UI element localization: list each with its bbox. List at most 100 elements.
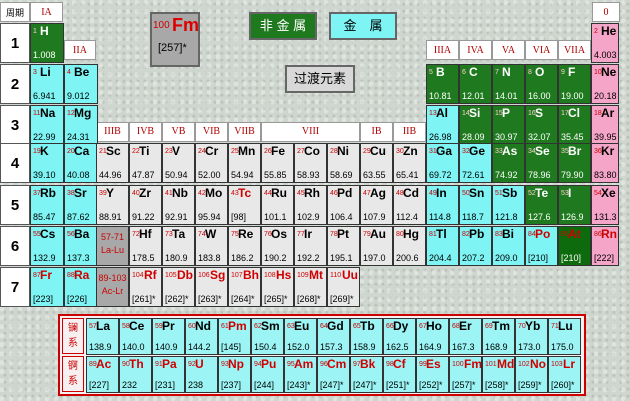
element-pu[interactable]: 94 Pu [244] xyxy=(251,356,284,393)
element-cu[interactable]: 29 Cu 63.55 xyxy=(360,143,393,183)
element-np[interactable]: 93 Np [237] xyxy=(218,356,251,393)
element-s[interactable]: 16 S 32.07 xyxy=(525,105,558,145)
element-ir[interactable]: 77 Ir 192.2 xyxy=(294,226,327,266)
element-la[interactable]: 57 La 138.9 xyxy=(86,318,119,355)
element-ce[interactable]: 58 Ce 140.0 xyxy=(119,318,152,355)
element-p[interactable]: 15 P 30.97 xyxy=(492,105,525,145)
element-md[interactable]: 101 Md [258]* xyxy=(482,356,515,393)
element-v[interactable]: 23 V 50.94 xyxy=(162,143,195,183)
lanthanide-placeholder[interactable]: 57-71 La-Lu xyxy=(96,226,129,266)
element-fm[interactable]: 100 Fm [257]* xyxy=(449,356,482,393)
element-ac[interactable]: 89 Ac [227] xyxy=(86,356,119,393)
element-sc[interactable]: 21 Sc 44.96 xyxy=(96,143,129,183)
element-sm[interactable]: 62 Sm 150.4 xyxy=(251,318,284,355)
element-eu[interactable]: 63 Eu 152.0 xyxy=(284,318,317,355)
element-hg[interactable]: 80 Hg 200.6 xyxy=(393,226,426,266)
element-pr[interactable]: 59 Pr 140.9 xyxy=(152,318,185,355)
element-ba[interactable]: 56 Ba 137.3 xyxy=(64,226,98,266)
element-i[interactable]: 53 I 126.9 xyxy=(558,185,591,225)
element-pb[interactable]: 82 Pb 207.2 xyxy=(459,226,492,266)
element-hf[interactable]: 72 Hf 178.5 xyxy=(129,226,162,266)
element-sb[interactable]: 51 Sb 121.8 xyxy=(492,185,525,225)
element-os[interactable]: 76 Os 190.2 xyxy=(261,226,294,266)
element-ar[interactable]: 18 Ar 39.95 xyxy=(591,105,619,145)
element-co[interactable]: 27 Co 58.93 xyxy=(294,143,327,183)
element-ga[interactable]: 31 Ga 69.72 xyxy=(426,143,459,183)
element-si[interactable]: 14 Si 28.09 xyxy=(459,105,492,145)
element-c[interactable]: 6 C 12.01 xyxy=(459,64,492,104)
element-tc[interactable]: 43 Tc [98] xyxy=(228,185,261,225)
actinide-placeholder[interactable]: 89-103 Ac-Lr xyxy=(96,267,129,307)
element-es[interactable]: 99 Es [252]* xyxy=(416,356,449,393)
element-ru[interactable]: 44 Ru 101.1 xyxy=(261,185,294,225)
element-tm[interactable]: 69 Tm 168.9 xyxy=(482,318,515,355)
element-cm[interactable]: 96 Cm [247]* xyxy=(317,356,350,393)
element-ag[interactable]: 47 Ag 107.9 xyxy=(360,185,393,225)
element-u[interactable]: 92 U 238 xyxy=(185,356,218,393)
element-ti[interactable]: 22 Ti 47.87 xyxy=(129,143,162,183)
element-li[interactable]: 3 Li 6.941 xyxy=(30,64,64,104)
element-mo[interactable]: 42 Mo 95.94 xyxy=(195,185,228,225)
element-n[interactable]: 7 N 14.01 xyxy=(492,64,525,104)
element-kr[interactable]: 36 Kr 83.80 xyxy=(591,143,619,183)
element-rb[interactable]: 37 Rb 85.47 xyxy=(30,185,64,225)
element-pt[interactable]: 78 Pt 195.1 xyxy=(327,226,360,266)
element-fr[interactable]: 87 Fr [223] xyxy=(30,267,64,307)
element-y[interactable]: 39 Y 88.91 xyxy=(96,185,129,225)
element-at[interactable]: 85 At [210] xyxy=(558,226,591,266)
element-re[interactable]: 75 Re 186.2 xyxy=(228,226,261,266)
element-hs[interactable]: 108 Hs [265]* xyxy=(261,267,294,307)
element-w[interactable]: 74 W 183.8 xyxy=(195,226,228,266)
element-sr[interactable]: 38 Sr 87.62 xyxy=(64,185,98,225)
element-in[interactable]: 49 In 114.8 xyxy=(426,185,459,225)
element-sn[interactable]: 50 Sn 118.7 xyxy=(459,185,492,225)
element-as[interactable]: 33 As 74.92 xyxy=(492,143,525,183)
element-be[interactable]: 4 Be 9.012 xyxy=(64,64,98,104)
element-f[interactable]: 9 F 19.00 xyxy=(558,64,591,104)
element-bh[interactable]: 107 Bh [264]* xyxy=(228,267,261,307)
element-pd[interactable]: 46 Pd 106.4 xyxy=(327,185,360,225)
element-db[interactable]: 105 Db [262]* xyxy=(162,267,195,307)
element-ta[interactable]: 73 Ta 180.9 xyxy=(162,226,195,266)
element-sg[interactable]: 106 Sg [263]* xyxy=(195,267,228,307)
element-zn[interactable]: 30 Zn 65.41 xyxy=(393,143,426,183)
element-cr[interactable]: 24 Cr 52.00 xyxy=(195,143,228,183)
element-am[interactable]: 95 Am [243]* xyxy=(284,356,317,393)
element-ca[interactable]: 20 Ca 40.08 xyxy=(64,143,98,183)
element-cl[interactable]: 17 Cl 35.45 xyxy=(558,105,591,145)
element-tb[interactable]: 65 Tb 158.9 xyxy=(350,318,383,355)
element-bk[interactable]: 97 Bk [247]* xyxy=(350,356,383,393)
element-se[interactable]: 34 Se 78.96 xyxy=(525,143,558,183)
element-no[interactable]: 102 No [259]* xyxy=(515,356,548,393)
element-cs[interactable]: 55 Cs 132.9 xyxy=(30,226,64,266)
element-b[interactable]: 5 B 10.81 xyxy=(426,64,459,104)
element-ho[interactable]: 67 Ho 164.9 xyxy=(416,318,449,355)
element-gd[interactable]: 64 Gd 157.3 xyxy=(317,318,350,355)
element-ge[interactable]: 32 Ge 72.61 xyxy=(459,143,492,183)
element-ra[interactable]: 88 Ra [226] xyxy=(64,267,98,307)
element-mg[interactable]: 12 Mg 24.31 xyxy=(64,105,98,145)
element-k[interactable]: 19 K 39.10 xyxy=(30,143,64,183)
element-nd[interactable]: 60 Nd 144.2 xyxy=(185,318,218,355)
element-dy[interactable]: 66 Dy 162.5 xyxy=(383,318,416,355)
element-lu[interactable]: 71 Lu 175.0 xyxy=(548,318,581,355)
element-o[interactable]: 8 O 16.00 xyxy=(525,64,558,104)
element-rh[interactable]: 45 Rh 102.9 xyxy=(294,185,327,225)
element-te[interactable]: 52 Te 127.6 xyxy=(525,185,558,225)
element-bi[interactable]: 83 Bi 209.0 xyxy=(492,226,525,266)
element-uu[interactable]: 110 Uu [269]* xyxy=(327,267,360,307)
element-ni[interactable]: 28 Ni 58.69 xyxy=(327,143,360,183)
element-zr[interactable]: 40 Zr 91.22 xyxy=(129,185,162,225)
element-br[interactable]: 35 Br 79.90 xyxy=(558,143,591,183)
element-al[interactable]: 13 Al 26.98 xyxy=(426,105,459,145)
element-xe[interactable]: 54 Xe 131.3 xyxy=(591,185,619,225)
element-th[interactable]: 90 Th 232 xyxy=(119,356,152,393)
element-cf[interactable]: 98 Cf [251]* xyxy=(383,356,416,393)
element-he[interactable]: 2 He 4.003 xyxy=(591,23,619,63)
element-lr[interactable]: 103 Lr [260]* xyxy=(548,356,581,393)
element-na[interactable]: 11 Na 22.99 xyxy=(30,105,64,145)
element-yb[interactable]: 70 Yb 173.0 xyxy=(515,318,548,355)
element-cd[interactable]: 48 Cd 112.4 xyxy=(393,185,426,225)
element-fe[interactable]: 26 Fe 55.85 xyxy=(261,143,294,183)
element-tl[interactable]: 81 Tl 204.4 xyxy=(426,226,459,266)
